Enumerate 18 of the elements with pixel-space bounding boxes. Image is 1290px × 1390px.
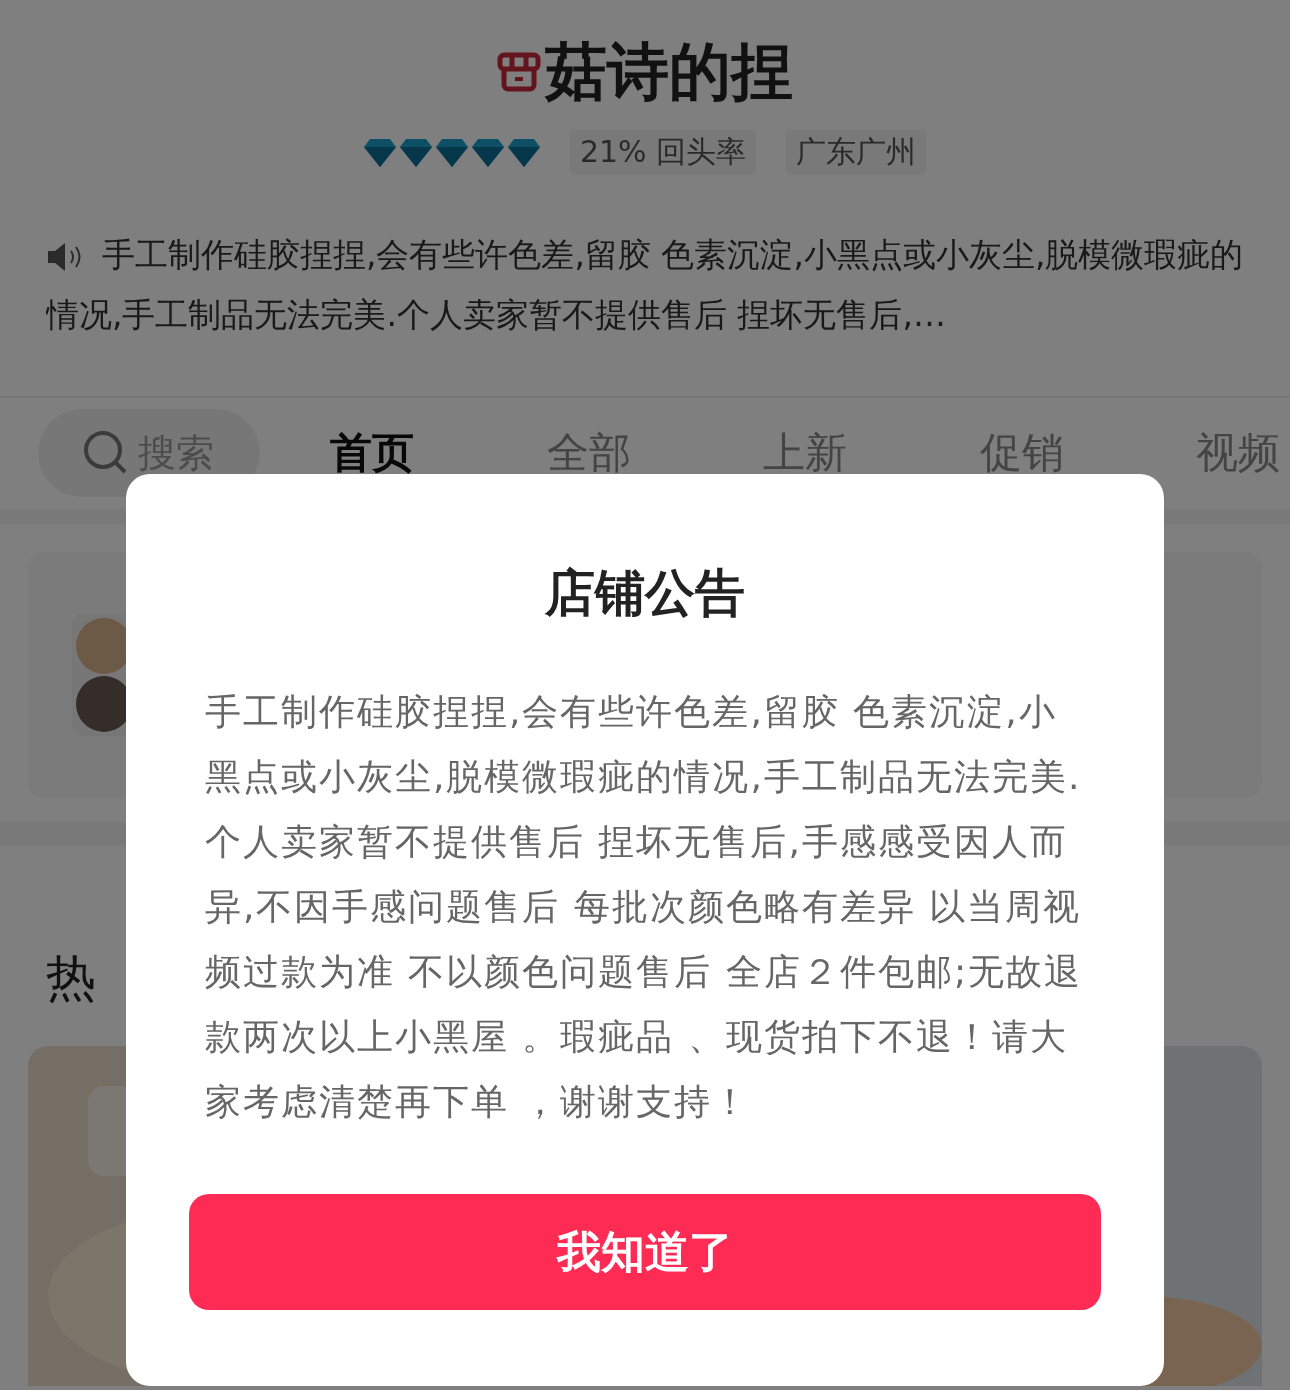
return-rate-tag: 21% 回头率	[569, 130, 757, 175]
confirm-button[interactable]: 我知道了	[189, 1194, 1101, 1310]
dialog-message: 手工制作硅胶捏捏,会有些许色差,留胶 色素沉淀,小黑点或小灰尘,脱模微瑕疵的情况,手工制品无法完美.个人卖家暂不提供售后 捏坏无售后,手感感受因人而异,不因手感问题售后 每批次颜色略有差异 以当周视频过款为准 不以颜色问题售后 全店２件包邮;无故退款两次以上小黑屋 。瑕疵品 、现货拍下不退！请大家考虑清楚再下单 ，谢谢支持！	[204, 690, 1083, 1124]
nav-tab[interactable]: 上新	[763, 425, 847, 482]
nav-tab[interactable]: 首页	[330, 425, 414, 482]
shop-icon	[497, 52, 541, 92]
diamond-icon	[507, 138, 540, 167]
section-title: 热	[46, 948, 96, 1009]
diamond-icon	[363, 138, 396, 167]
diamond-icon	[399, 138, 432, 167]
diamond-icon	[435, 138, 468, 167]
shop-name: 菇诗的捏	[545, 34, 793, 110]
nav-tab[interactable]: 视频	[1196, 425, 1280, 482]
nav-tab[interactable]: 全部	[546, 425, 631, 482]
location-tag: 广东广州	[786, 130, 927, 175]
nav-tab[interactable]: 促销	[979, 425, 1064, 482]
dialog-title: 店铺公告	[545, 563, 745, 624]
diamond-icon	[471, 138, 504, 167]
